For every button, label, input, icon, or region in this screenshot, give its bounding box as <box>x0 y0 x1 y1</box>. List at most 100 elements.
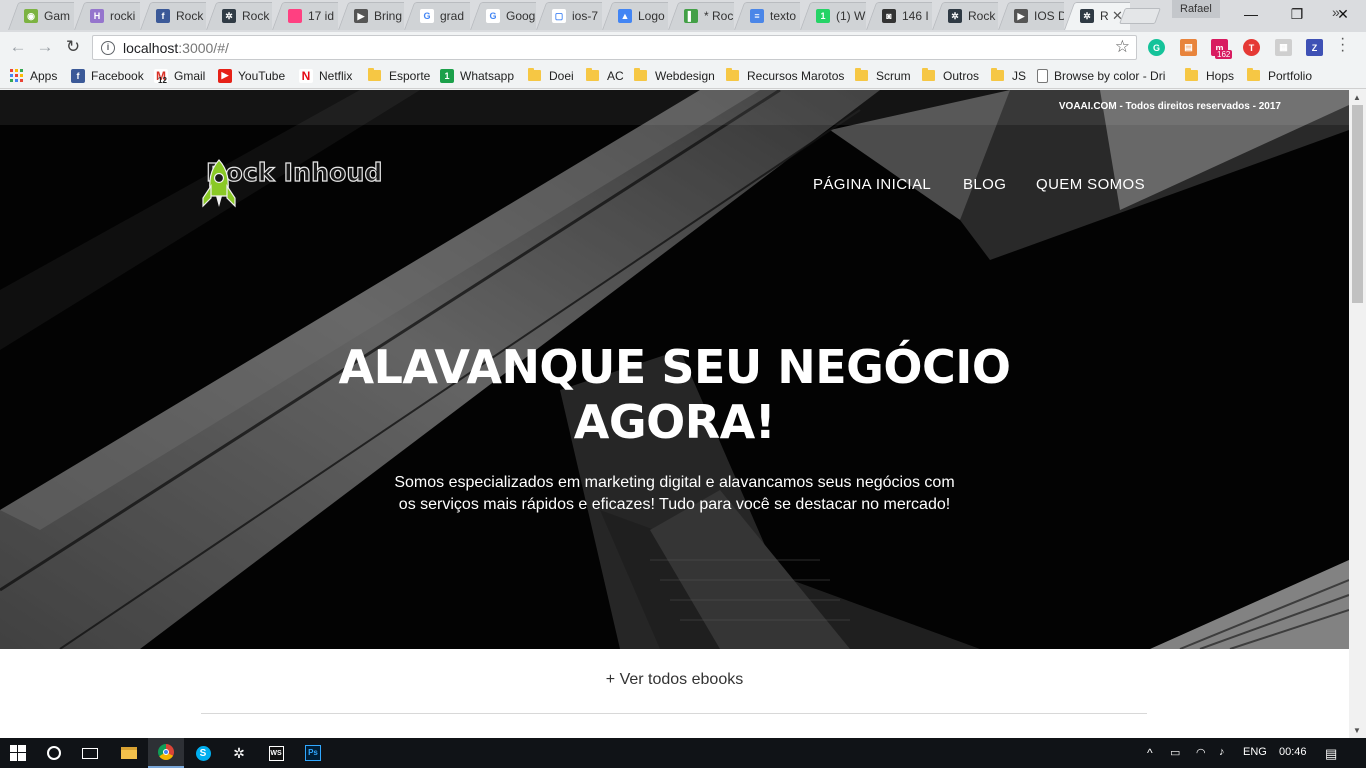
forward-button[interactable]: → <box>34 36 56 58</box>
notifications-icon[interactable]: ▤ <box>1325 746 1337 762</box>
bookmark-apps[interactable]: Apps <box>10 67 57 84</box>
bookmark-netflix[interactable]: N Netflix <box>299 67 352 84</box>
language-indicator[interactable]: ENG <box>1243 746 1267 758</box>
browser-tab[interactable]: ✲ R ✕ <box>1064 2 1130 30</box>
browser-tab[interactable]: ◙ 146 I <box>866 2 932 30</box>
browser-tab[interactable]: G Goog <box>470 2 536 30</box>
page-scrollbar[interactable]: ▲ ▼ <box>1349 90 1366 738</box>
site-logo[interactable]: Rock Inhoud <box>200 157 383 208</box>
volume-icon[interactable]: ♪ <box>1219 746 1225 758</box>
z-extension-icon[interactable]: Z <box>1306 39 1323 56</box>
tab-favicon-icon: ✲ <box>1080 9 1094 23</box>
nav-about-link[interactable]: QUEM SOMOS <box>1036 176 1145 193</box>
bookmark-doei[interactable]: Doei <box>528 67 574 84</box>
browser-tab[interactable]: ✲ Rock <box>206 2 272 30</box>
nav-home-link[interactable]: PÁGINA INICIAL <box>813 176 931 193</box>
bookmark-label: Facebook <box>91 68 144 83</box>
tab-label: Bring <box>374 9 403 23</box>
bookmark-portfolio[interactable]: Portfolio <box>1247 67 1312 84</box>
grammarly-extension-icon[interactable]: G <box>1148 39 1165 56</box>
bookmarks-bar: Apps f Facebook M Gmail 12 ▶ YouTube N Netflix Esp… <box>0 62 1366 89</box>
browser-tab[interactable]: ◉ Gam <box>8 2 74 30</box>
page-viewport: VOAAI.COM - Todos direitos reservados - … <box>0 90 1349 738</box>
clipboard-extension-icon[interactable]: ▤ <box>1180 39 1197 56</box>
t-extension-icon[interactable]: T <box>1243 39 1260 56</box>
folder-icon <box>726 68 739 81</box>
scroll-thumb[interactable] <box>1352 105 1363 303</box>
url-text[interactable]: localhost:3000/#/ <box>123 40 229 56</box>
chrome-taskbar-icon[interactable] <box>148 738 184 768</box>
bookmark-whatsapp[interactable]: 1 Whatsapp <box>440 67 514 84</box>
scroll-up-arrow-icon[interactable]: ▲ <box>1353 93 1361 102</box>
start-button[interactable] <box>0 738 36 768</box>
bookmark-label: Gmail <box>174 68 206 83</box>
folder-icon <box>922 68 935 81</box>
nav-blog-link[interactable]: BLOG <box>963 176 1006 193</box>
apps-grid-icon <box>10 68 24 83</box>
close-tab-icon[interactable]: ✕ <box>1112 8 1123 24</box>
browser-tab[interactable]: ▌ * Roc <box>668 2 734 30</box>
profile-button[interactable]: Rafael <box>1172 0 1220 18</box>
minimize-button[interactable]: — <box>1228 0 1274 28</box>
tray-expand-icon[interactable]: ^ <box>1147 746 1153 760</box>
rocket-icon <box>202 159 236 208</box>
battery-icon[interactable]: ▭ <box>1170 746 1180 759</box>
tab-label: R <box>1100 9 1109 23</box>
bookmark-scrum[interactable]: Scrum <box>855 67 911 84</box>
bookmark-youtube[interactable]: ▶ YouTube <box>218 67 285 84</box>
browser-tab[interactable]: Hrocki <box>74 2 140 30</box>
browser-tab[interactable]: 17 id <box>272 2 338 30</box>
file-explorer-icon[interactable] <box>111 738 147 768</box>
chrome-menu-icon[interactable]: · · · <box>1340 31 1345 59</box>
extension-badge: 162 <box>1215 50 1233 59</box>
address-bar[interactable]: i localhost:3000/#/ ☆ <box>92 35 1137 60</box>
clock[interactable]: 00:46 <box>1279 746 1307 758</box>
bookmark-webdesign[interactable]: Webdesign <box>634 67 715 84</box>
more-bookmarks-icon[interactable]: » <box>1332 4 1340 20</box>
restore-button[interactable]: ❐ <box>1274 0 1320 28</box>
browser-tab[interactable]: 1 (1) W <box>800 2 866 30</box>
browser-tab[interactable]: ▶ Bring <box>338 2 404 30</box>
bookmark-ac[interactable]: AC <box>586 67 624 84</box>
bookmark-outros[interactable]: Outros <box>922 67 979 84</box>
tab-label: Rock <box>242 9 270 23</box>
windows-logo-icon <box>10 745 26 761</box>
section-divider <box>201 713 1147 714</box>
scroll-down-arrow-icon[interactable]: ▼ <box>1353 726 1361 735</box>
wifi-icon[interactable]: ◠ <box>1196 746 1206 759</box>
close-window-button[interactable]: ✕ <box>1320 0 1366 28</box>
photoshop-icon[interactable]: Ps <box>295 738 331 768</box>
bookmark-hops[interactable]: Hops <box>1185 67 1234 84</box>
folder-icon <box>991 68 1004 81</box>
bookmark-gmail[interactable]: M Gmail 12 <box>154 67 206 85</box>
bookmark-js[interactable]: JS <box>991 67 1026 84</box>
webstorm-icon[interactable]: WS <box>258 738 294 768</box>
task-view-icon[interactable] <box>72 738 108 768</box>
settings-app-icon[interactable]: ✲ <box>221 738 257 768</box>
netflix-icon: N <box>299 68 313 83</box>
bookmark-facebook[interactable]: f Facebook <box>71 67 144 84</box>
cortana-icon[interactable] <box>36 738 72 768</box>
bookmark-esporte[interactable]: Esporte <box>368 67 430 84</box>
browser-tab[interactable]: ≡ texto <box>734 2 800 30</box>
new-tab-button[interactable] <box>1119 8 1161 24</box>
bookmark-label: Hops <box>1206 68 1235 83</box>
bookmark-recursos-marotos[interactable]: Recursos Marotos <box>726 67 844 84</box>
bookmark-browse-by-color-dri[interactable]: Browse by color - Dri <box>1037 67 1165 84</box>
browser-tab[interactable]: ▶ IOS D <box>998 2 1064 30</box>
grid-extension-icon[interactable]: ▦ <box>1275 39 1292 56</box>
see-all-ebooks-link[interactable]: + Ver todos ebooks <box>0 671 1349 689</box>
bookmark-label: AC <box>607 68 624 83</box>
youtube-icon: ▶ <box>218 68 232 83</box>
site-info-icon[interactable]: i <box>101 40 115 55</box>
back-button[interactable]: ← <box>7 36 29 58</box>
browser-tab[interactable]: f Rock <box>140 2 206 30</box>
browser-tab[interactable]: ▲ Logo <box>602 2 668 30</box>
browser-tab[interactable]: ▢ ios-7 <box>536 2 602 30</box>
browser-tab[interactable]: ✲ Rock <box>932 2 998 30</box>
bookmark-star-icon[interactable]: ☆ <box>1115 37 1130 57</box>
skype-icon[interactable]: S <box>185 738 221 768</box>
tab-label: 17 id <box>308 9 335 23</box>
browser-tab[interactable]: Ggrad <box>404 2 470 30</box>
reload-button[interactable]: ↻ <box>62 36 84 58</box>
